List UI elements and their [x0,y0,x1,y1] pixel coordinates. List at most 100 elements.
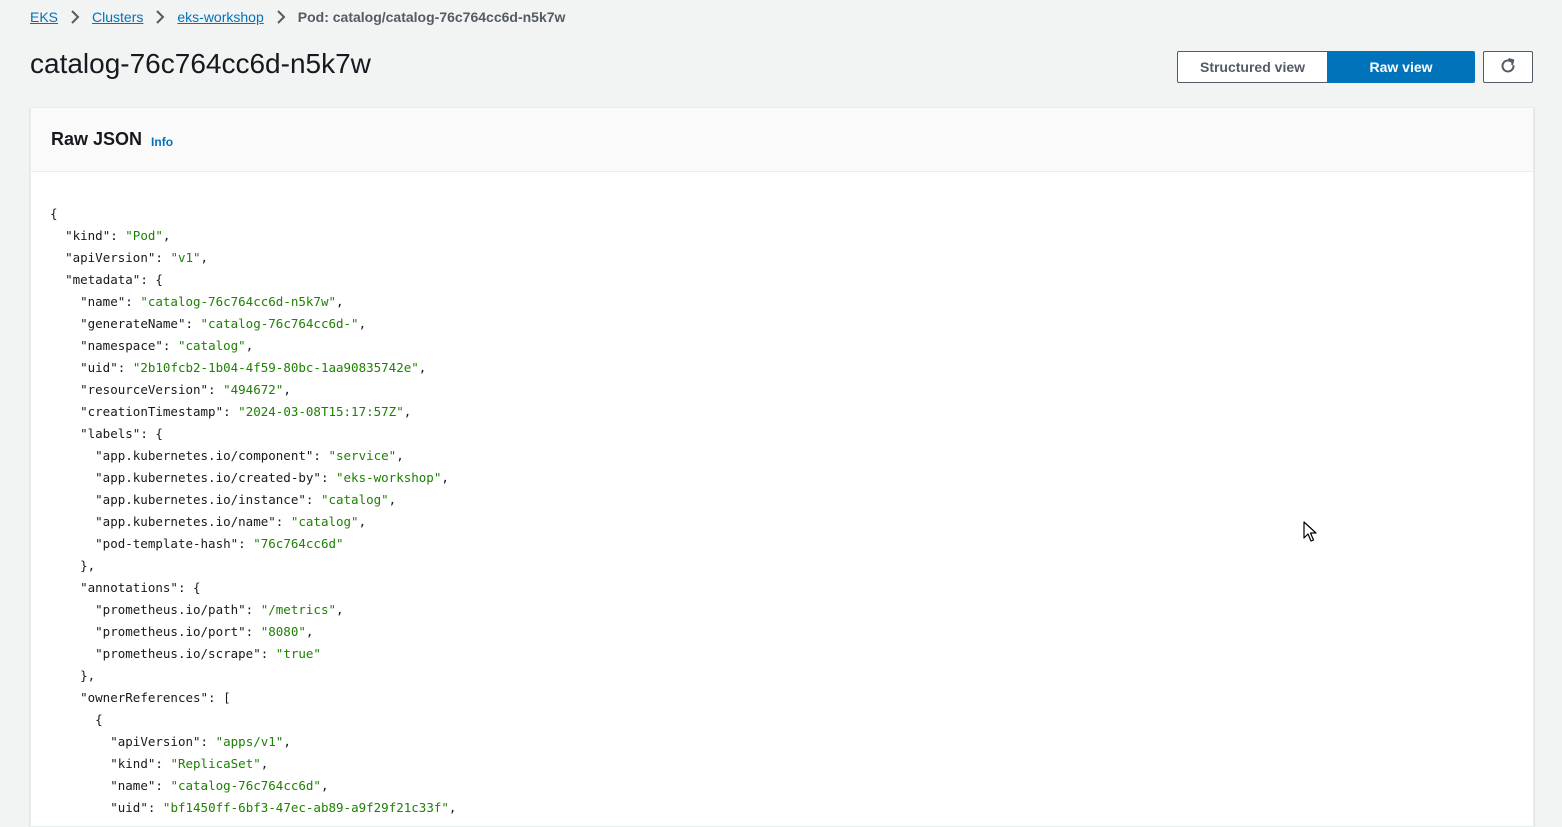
json-key: "labels" [80,426,141,441]
breadcrumb: EKS Clusters eks-workshop Pod: catalog/c… [30,6,565,28]
json-punctuation: }, [80,558,96,573]
json-key: "namespace" [80,338,163,353]
refresh-icon [1499,57,1517,78]
json-key: "apiVersion" [110,734,201,749]
json-value: "catalog-76c764cc6d-n5k7w" [140,294,336,309]
json-line: { [50,709,456,731]
json-line: "prometheus.io/path": "/metrics", [95,602,344,617]
json-value: "catalog" [290,514,359,529]
json-key: "prometheus.io/path" [95,602,246,617]
json-open-bracket: { [193,580,201,595]
json-line: "ownerReferences": [ [80,690,231,705]
refresh-button[interactable] [1483,51,1533,83]
mouse-cursor-icon [1303,521,1317,548]
json-key: "apiVersion" [65,250,156,265]
json-line: "uid": "2b10fcb2-1b04-4f59-80bc-1aa90835… [80,360,427,375]
json-line: "app.kubernetes.io/instance": "catalog", [95,492,397,507]
json-line: "namespace": "catalog", [80,338,254,353]
json-line: { [50,203,456,225]
page-title: catalog-76c764cc6d-n5k7w [30,48,371,79]
json-code-block: { "kind": "Pod", "apiVersion": "v1", "me… [50,203,456,819]
json-line: "apiVersion": "apps/v1", [110,734,291,749]
json-value: "service" [328,448,397,463]
json-line: "app.kubernetes.io/component": "service"… [95,448,404,463]
json-line: "resourceVersion": "494672", [80,382,291,397]
json-key: "app.kubernetes.io/instance" [95,492,306,507]
json-key: "kind" [65,228,111,243]
breadcrumb-link-clusters[interactable]: Clusters [92,9,143,25]
structured-view-button[interactable]: Structured view [1177,51,1327,83]
json-open-bracket: [ [223,690,231,705]
json-value: "true" [275,646,321,661]
json-value: "v1" [170,250,201,265]
json-key: "ownerReferences" [80,690,209,705]
json-line: "app.kubernetes.io/created-by": "eks-wor… [95,470,449,485]
panel-header: Raw JSON Info [31,108,1533,172]
json-line: "prometheus.io/scrape": "true" [95,646,321,661]
json-punctuation: { [95,712,103,727]
json-key: "creationTimestamp" [80,404,224,419]
json-value: "2024-03-08T15:17:57Z" [238,404,404,419]
json-line: "labels": { [80,426,163,441]
view-toggle: Structured view Raw view [1177,51,1475,83]
panel-title: Raw JSON [51,129,143,149]
json-line: "prometheus.io/port": "8080", [95,624,314,639]
json-key: "app.kubernetes.io/name" [95,514,276,529]
json-key: "uid" [110,800,148,815]
json-key: "pod-template-hash" [95,536,239,551]
json-key: "name" [110,778,156,793]
json-value: "catalog-76c764cc6d" [170,778,321,793]
json-punctuation: }, [80,668,96,683]
json-line: }, [50,555,456,577]
json-value: "catalog" [320,492,389,507]
json-value: "eks-workshop" [336,470,442,485]
json-value: "494672" [223,382,284,397]
json-key: "prometheus.io/port" [95,624,246,639]
json-line: "metadata": { [65,272,163,287]
json-line: "generateName": "catalog-76c764cc6d-", [80,316,367,331]
json-value: "8080" [260,624,306,639]
json-line: "uid": "bf1450ff-6bf3-47ec-ab89-a9f29f21… [110,800,457,815]
json-key: "kind" [110,756,156,771]
json-key: "app.kubernetes.io/component" [95,448,314,463]
json-line: "name": "catalog-76c764cc6d-n5k7w", [80,294,344,309]
breadcrumb-link-eks[interactable]: EKS [30,9,58,25]
json-line: "apiVersion": "v1", [65,250,209,265]
json-value: "/metrics" [260,602,336,617]
chevron-right-icon [149,10,171,24]
json-line: "kind": "Pod", [65,228,171,243]
json-punctuation: { [50,206,58,221]
chevron-right-icon [64,10,86,24]
json-key: "prometheus.io/scrape" [95,646,261,661]
json-line: }, [50,665,456,687]
json-key: "app.kubernetes.io/created-by" [95,470,321,485]
raw-view-button[interactable]: Raw view [1327,51,1475,83]
breadcrumb-current: Pod: catalog/catalog-76c764cc6d-n5k7w [297,9,566,25]
json-key: "metadata" [65,272,141,287]
json-line: "pod-template-hash": "76c764cc6d" [95,536,344,551]
json-value: "catalog" [177,338,246,353]
json-value: "bf1450ff-6bf3-47ec-ab89-a9f29f21c33f" [162,800,449,815]
json-line: "kind": "ReplicaSet", [110,756,269,771]
json-key: "name" [80,294,126,309]
info-link[interactable]: Info [151,135,173,149]
json-key: "uid" [80,360,118,375]
json-line: "creationTimestamp": "2024-03-08T15:17:5… [80,404,412,419]
json-value: "ReplicaSet" [170,756,261,771]
json-value: "Pod" [125,228,163,243]
json-key: "resourceVersion" [80,382,209,397]
json-key: "annotations" [80,580,178,595]
raw-json-panel: Raw JSON Info { "kind": "Pod", "apiVersi… [30,107,1534,827]
json-value: "76c764cc6d" [253,536,344,551]
chevron-right-icon [270,10,292,24]
json-line: "app.kubernetes.io/name": "catalog", [95,514,367,529]
json-open-bracket: { [155,272,163,287]
json-value: "apps/v1" [215,734,284,749]
json-open-bracket: { [155,426,163,441]
json-line: "name": "catalog-76c764cc6d", [110,778,329,793]
json-line: "annotations": { [80,580,201,595]
json-value: "2b10fcb2-1b04-4f59-80bc-1aa90835742e" [132,360,419,375]
json-key: "generateName" [80,316,186,331]
breadcrumb-link-cluster[interactable]: eks-workshop [177,9,263,25]
json-value: "catalog-76c764cc6d-" [200,316,359,331]
